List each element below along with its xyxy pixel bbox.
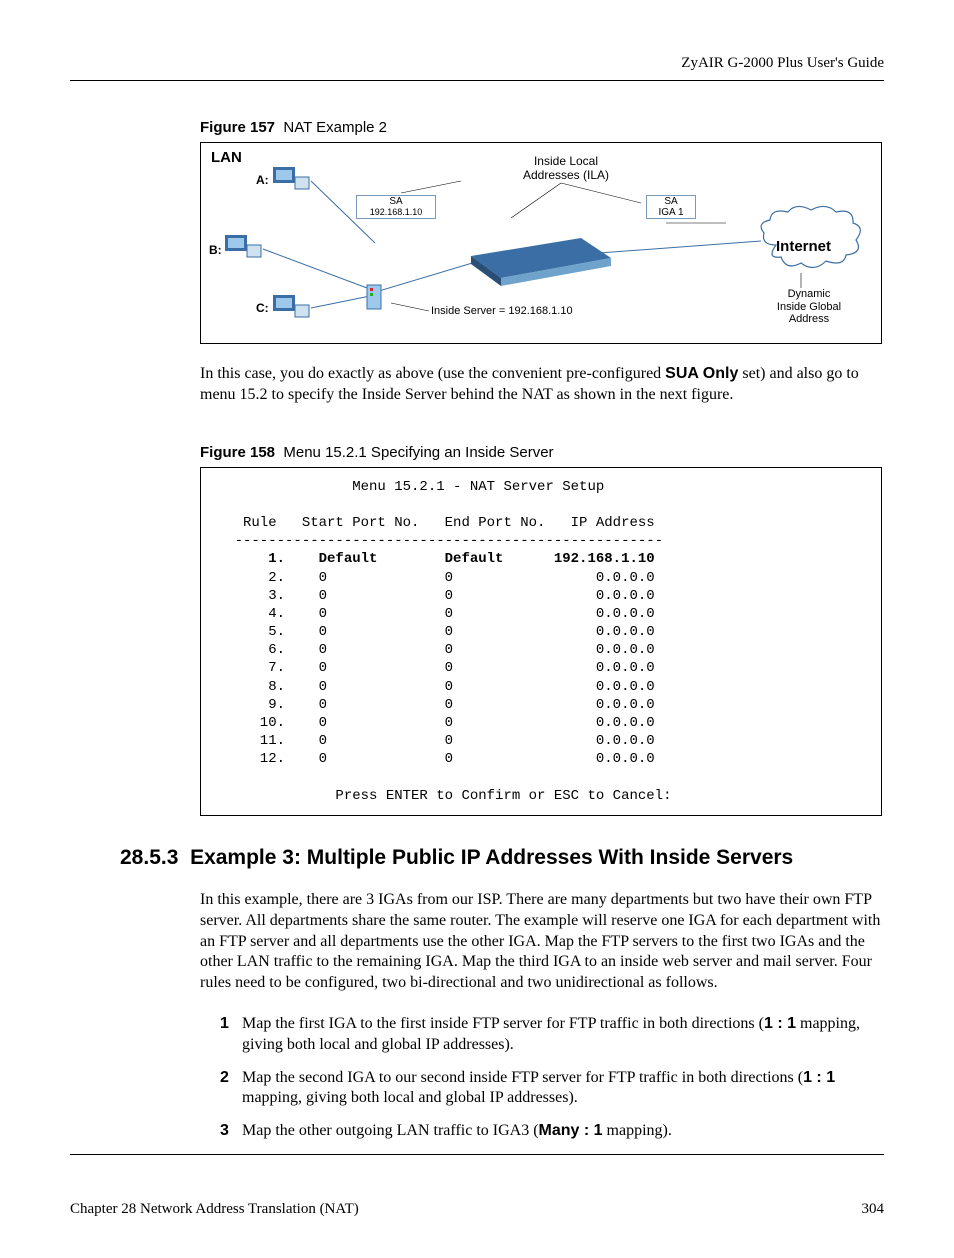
section-heading: 28.5.3 Example 3: Multiple Public IP Add… [120, 846, 884, 870]
figure-157-text: NAT Example 2 [283, 119, 387, 136]
list-item-text: Map the second IGA to our second inside … [242, 1068, 884, 1110]
internet-label: Internet [776, 238, 831, 255]
inside-server-label: Inside Server = 192.168.1.10 [431, 305, 573, 317]
footer-rule [70, 1154, 884, 1155]
list-item-number: 2 [220, 1068, 242, 1110]
sa-ip: 192.168.1.10 [370, 207, 423, 217]
list-item: 2Map the second IGA to our second inside… [220, 1068, 884, 1110]
ila-label: Inside LocalAddresses (ILA) [516, 155, 616, 183]
page-footer: Chapter 28 Network Address Translation (… [70, 1195, 884, 1218]
lan-label: LAN [211, 149, 242, 166]
footer-chapter: Chapter 28 Network Address Translation (… [70, 1201, 359, 1218]
figure-158-caption: Figure 158 Menu 15.2.1 Specifying an Ins… [200, 444, 884, 461]
header-rule [70, 80, 884, 81]
figure-158-num: Figure 158 [200, 444, 275, 461]
list-item-number: 3 [220, 1121, 242, 1142]
sa-box-2: SA IGA 1 [646, 195, 696, 219]
figure-158-text: Menu 15.2.1 Specifying an Inside Server [283, 444, 553, 461]
body-para-2: In this example, there are 3 IGAs from o… [200, 890, 884, 994]
iga-text: IGA 1 [658, 207, 683, 218]
dynamic-iga-label: DynamicInside GlobalAddress [759, 288, 859, 326]
sa-text-1: SA [389, 196, 402, 207]
host-b-label: B: [209, 243, 222, 257]
figure-157-caption: Figure 157 NAT Example 2 [200, 119, 884, 136]
sa-text-2: SA [664, 196, 677, 207]
list-item-text: Map the first IGA to the first inside FT… [242, 1014, 884, 1056]
footer-page: 304 [862, 1201, 885, 1218]
body-para-1: In this case, you do exactly as above (u… [200, 364, 884, 406]
section-num: 28.5.3 [120, 846, 178, 869]
sa-box-1: SA 192.168.1.10 [356, 195, 436, 219]
figure-157-num: Figure 157 [200, 119, 275, 136]
para1-a: In this case, you do exactly as above (u… [200, 365, 665, 382]
list-item: 1Map the first IGA to the first inside F… [220, 1014, 884, 1056]
list-item-number: 1 [220, 1014, 242, 1056]
figure-157-diagram: LAN Inside LocalAddresses (ILA) SA 192.1… [200, 142, 882, 344]
list-item: 3Map the other outgoing LAN traffic to I… [220, 1121, 884, 1142]
host-c-label: C: [256, 301, 269, 315]
figure-158-terminal: Menu 15.2.1 - NAT Server Setup Rule Star… [200, 467, 882, 816]
list-item-text: Map the other outgoing LAN traffic to IG… [242, 1121, 672, 1142]
para1-bold: SUA Only [665, 365, 738, 382]
host-a-label: A: [256, 173, 269, 187]
numbered-list: 1Map the first IGA to the first inside F… [220, 1014, 884, 1142]
section-title: Example 3: Multiple Public IP Addresses … [190, 846, 793, 869]
running-head: ZyAIR G-2000 Plus User's Guide [70, 55, 884, 80]
